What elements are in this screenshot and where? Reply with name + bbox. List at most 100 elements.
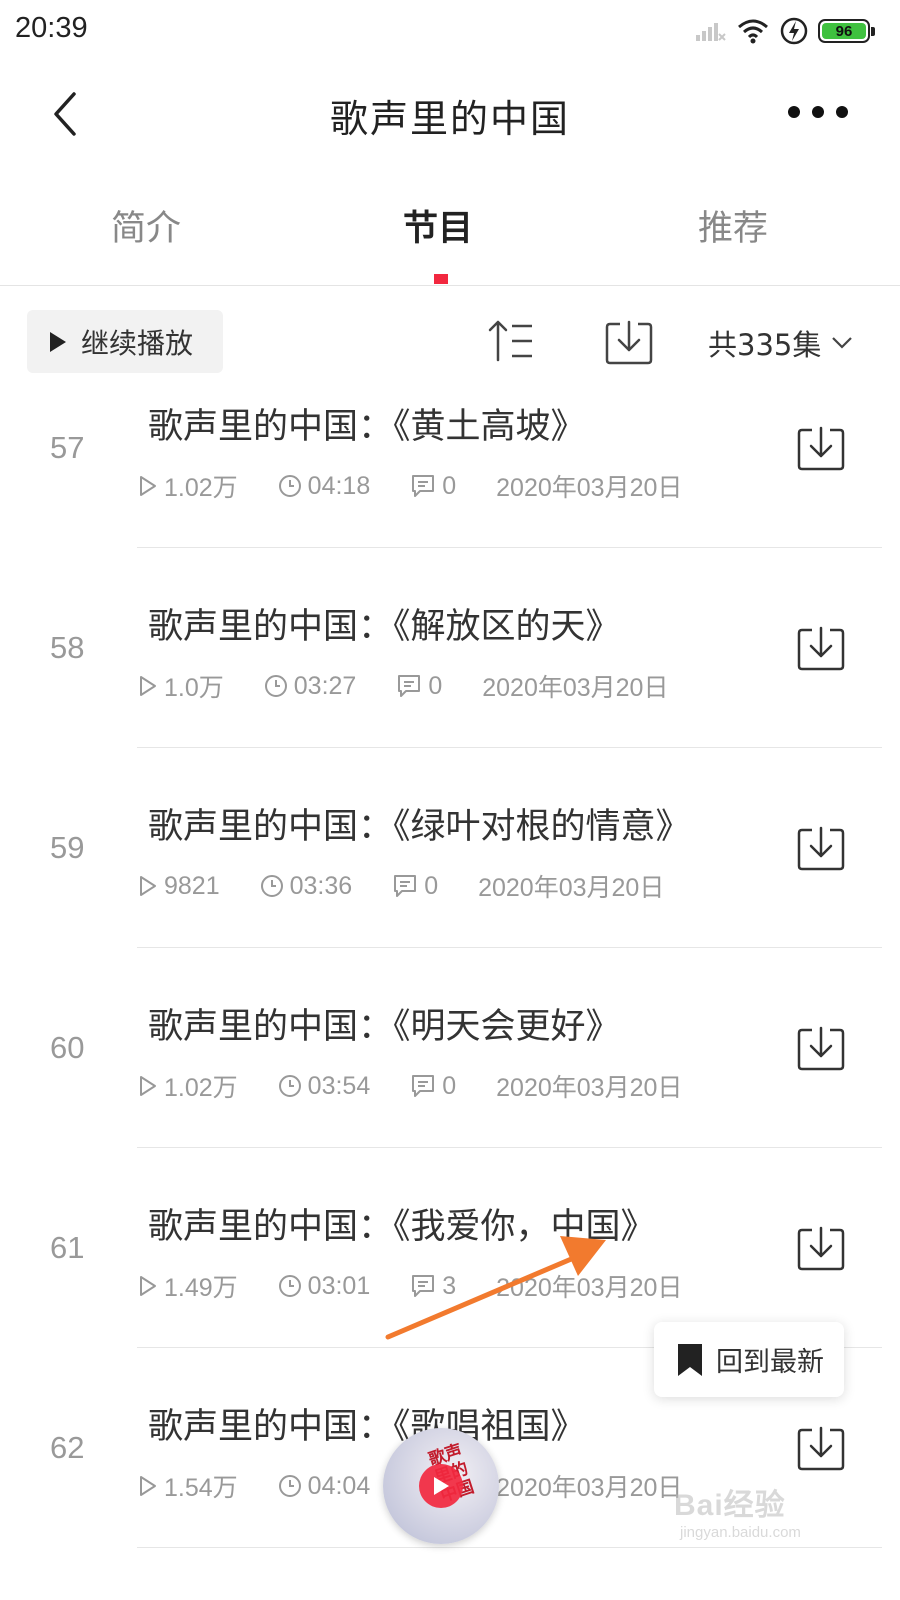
publish-date: 2020年03月20日 (496, 1274, 683, 1302)
download-icon (797, 1226, 845, 1271)
clock-icon (264, 675, 287, 697)
episode-download-button[interactable] (796, 1024, 846, 1072)
episode-row[interactable]: 61 歌声里的中国：《我爱你，中国》 1.49万 03:01 3 2020年03月20日 (0, 1148, 900, 1348)
episode-title[interactable]: 歌声里的中国：《绿叶对根的情意》 (148, 798, 691, 849)
duration: 03:27 (264, 671, 357, 701)
episode-meta: 9821 03:36 0 2020年03月20日 (138, 868, 664, 904)
download-icon (797, 426, 845, 471)
episode-number: 61 (50, 1230, 85, 1265)
episode-title[interactable]: 歌声里的中国：《明天会更好》 (148, 998, 621, 1049)
comment-count-value: 0 (442, 471, 457, 500)
episode-title[interactable]: 歌声里的中国：《解放区的天》 (148, 598, 621, 649)
play-count-icon (140, 676, 156, 696)
play-count-value: 1.0万 (164, 674, 224, 702)
download-icon (797, 1026, 845, 1071)
episode-download-button[interactable] (796, 1424, 846, 1472)
episode-title[interactable]: 歌声里的中国：《我爱你，中国》 (148, 1198, 656, 1249)
play-count-icon (140, 1076, 156, 1096)
duration: 03:36 (260, 871, 353, 901)
status-time: 20:39 (15, 12, 88, 44)
publish-date: 2020年03月20日 (478, 874, 665, 902)
watermark-url: jingyan.baidu.com (680, 1524, 801, 1541)
play-count: 1.54万 (138, 1468, 238, 1504)
publish-date: 2020年03月20日 (496, 1474, 683, 1502)
episode-row[interactable]: 57 歌声里的中国：《黄土高坡》 1.02万 04:18 0 2020年03月20日 (0, 348, 900, 548)
episode-title[interactable]: 歌声里的中国：《歌唱祖国》 (148, 1398, 586, 1449)
episode-number: 59 (50, 830, 85, 865)
signal-icon (696, 23, 726, 41)
episode-download-button[interactable] (796, 824, 846, 872)
episode-download-button[interactable] (796, 424, 846, 472)
more-button[interactable] (788, 92, 848, 132)
episode-title[interactable]: 歌声里的中国：《黄土高坡》 (148, 398, 586, 449)
clock-icon (278, 475, 301, 497)
mini-player[interactable]: 歌声里的中国 (383, 1428, 499, 1544)
play-count: 1.49万 (138, 1268, 238, 1304)
duration-value: 03:27 (293, 671, 357, 700)
play-count-icon (140, 1276, 156, 1296)
clock-icon (260, 875, 283, 897)
active-tab-indicator (434, 274, 448, 284)
nav-bar: 歌声里的中国 (0, 62, 900, 162)
duration: 04:04 (278, 1471, 371, 1501)
comment-count: 0 (410, 1072, 456, 1101)
watermark: Bai经验 jingyan.baidu.com (674, 1480, 844, 1550)
play-count: 1.02万 (138, 1068, 238, 1104)
status-icons: 96 (694, 14, 875, 48)
duration: 04:18 (278, 472, 370, 501)
play-count: 1.0万 (138, 668, 224, 704)
status-bar: 20:39 96 (0, 0, 900, 62)
episode-row[interactable]: 60 歌声里的中国：《明天会更好》 1.02万 03:54 0 2020年03月20日 (0, 948, 900, 1148)
play-count-icon (140, 1476, 156, 1496)
comment-count-value: 0 (424, 871, 439, 900)
more-icon (788, 106, 800, 118)
episode-download-button[interactable] (796, 624, 846, 672)
watermark-text: Bai经验 (674, 1489, 786, 1522)
bookmark-icon (678, 1343, 702, 1376)
back-to-latest-label: 回到最新 (716, 1347, 824, 1378)
publish-date: 2020年03月20日 (496, 1074, 683, 1102)
episode-meta: 1.49万 03:01 3 2020年03月20日 (138, 1268, 682, 1304)
publish-date: 2020年03月20日 (496, 474, 683, 502)
back-to-latest-button[interactable]: 回到最新 (654, 1322, 844, 1397)
download-icon (797, 1426, 845, 1471)
episode-meta: 1.02万 03:54 0 2020年03月20日 (138, 1068, 682, 1104)
duration: 03:01 (278, 1271, 371, 1301)
play-count-value: 1.54万 (164, 1474, 238, 1502)
episode-row[interactable]: 59 歌声里的中国：《绿叶对根的情意》 9821 03:36 0 2020年03月20日 (0, 748, 900, 948)
episode-download-button[interactable] (796, 1224, 846, 1272)
comment-icon (412, 1275, 435, 1297)
comment-count-value: 0 (428, 671, 443, 700)
play-count-icon (140, 476, 156, 496)
download-icon (797, 626, 845, 671)
episode-number: 60 (50, 1030, 85, 1065)
comment-count: 0 (392, 872, 438, 901)
play-count: 9821 (138, 872, 220, 901)
mini-player-play-button[interactable] (419, 1464, 463, 1508)
play-count-value: 9821 (164, 871, 220, 900)
duration-value: 04:04 (307, 1471, 371, 1500)
clock-icon (278, 1475, 301, 1497)
more-icon-dot (836, 106, 848, 118)
play-count-value: 1.02万 (164, 1074, 238, 1102)
comment-icon (412, 1075, 435, 1097)
comment-count-value: 0 (442, 1071, 457, 1100)
comment-icon (398, 675, 421, 697)
play-count-icon (140, 876, 156, 896)
publish-date: 2020年03月20日 (482, 674, 669, 702)
duration-value: 03:01 (307, 1271, 371, 1300)
comment-count-value: 3 (442, 1271, 457, 1300)
battery-icon: 96 (818, 19, 875, 43)
more-icon-dot (812, 106, 824, 118)
play-count-value: 1.02万 (164, 474, 238, 502)
comment-count: 3 (410, 1272, 456, 1301)
tab-intro[interactable]: 简介 (111, 200, 181, 251)
tab-episodes[interactable]: 节目 (403, 200, 473, 251)
episode-number: 57 (50, 430, 85, 465)
tab-recommend[interactable]: 推荐 (698, 200, 768, 251)
wifi-icon (738, 19, 768, 44)
play-count-value: 1.49万 (164, 1274, 238, 1302)
episode-row[interactable]: 58 歌声里的中国：《解放区的天》 1.0万 03:27 0 2020年03月20日 (0, 548, 900, 748)
duration-value: 03:36 (289, 871, 353, 900)
comment-icon (412, 475, 435, 497)
